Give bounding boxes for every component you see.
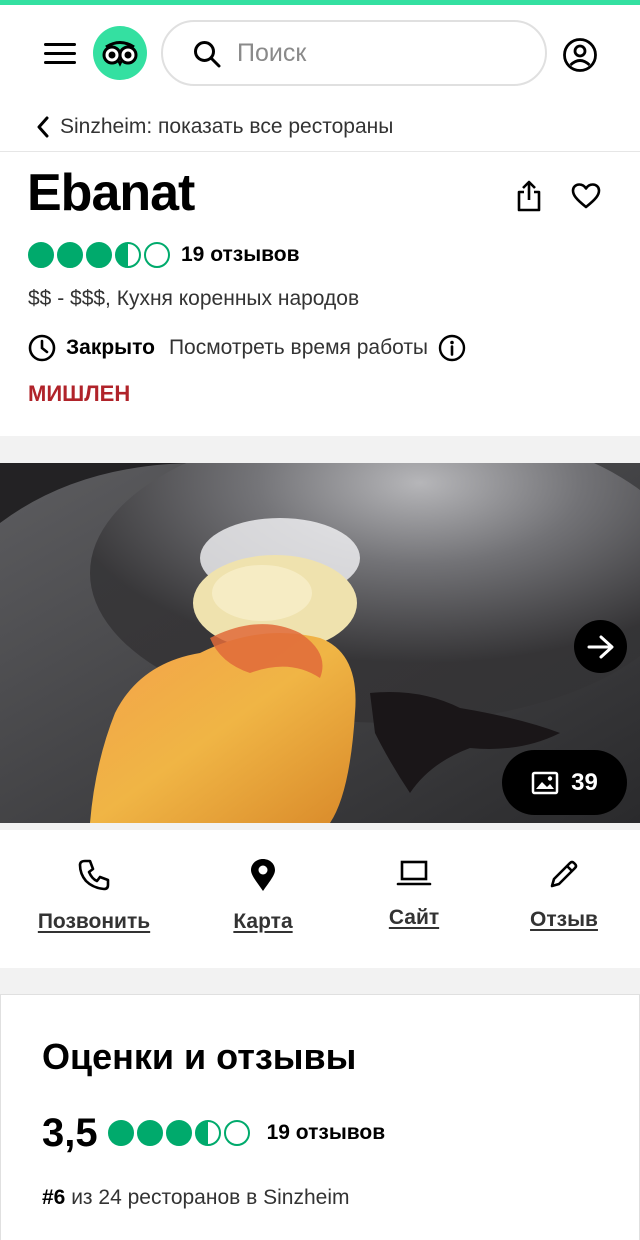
- ratings-reviews-card: Оценки и отзывы 3,5 19 отзывов #6 из 24 …: [0, 994, 640, 1240]
- arrow-right-icon: [587, 635, 613, 658]
- account-icon[interactable]: [562, 37, 598, 78]
- rating-bubbles: [107, 1120, 253, 1146]
- action-bar: Позвонить Карта Сайт Отзыв: [0, 830, 640, 968]
- call-label: Позвонить: [37, 910, 151, 933]
- map-label: Карта: [233, 910, 293, 933]
- info-icon[interactable]: [438, 334, 466, 362]
- section-separator: [0, 968, 640, 994]
- rating-bubbles: [28, 242, 173, 268]
- map-pin-icon: [251, 859, 275, 891]
- rating-bubble-full: [57, 242, 83, 268]
- restaurant-name: Ebanat: [27, 164, 195, 222]
- rating-bubble-full: [136, 1120, 163, 1146]
- overall-rating: 3,5 19 отзывов: [42, 1111, 385, 1155]
- website-label: Сайт: [388, 906, 440, 929]
- price-cuisine: $$ - $$$, Кухня коренных народов: [28, 287, 360, 310]
- rating-summary[interactable]: 19 отзывов: [28, 240, 300, 270]
- rank-text: из 24 ресторанов в Sinzheim: [65, 1186, 350, 1209]
- hours-link[interactable]: Посмотреть время работы: [169, 336, 428, 360]
- favorite-heart-icon[interactable]: [571, 182, 601, 215]
- review-count[interactable]: 19 отзывов: [181, 243, 300, 267]
- status-closed: Закрыто: [66, 336, 155, 359]
- map-button[interactable]: Карта: [229, 858, 297, 934]
- phone-icon: [78, 859, 110, 891]
- chevron-left-icon: [37, 116, 49, 138]
- rating-score: 3,5: [42, 1110, 98, 1155]
- ranking-text[interactable]: #6 из 24 ресторанов в Sinzheim: [42, 1186, 350, 1210]
- header: [0, 5, 640, 100]
- write-review-button[interactable]: Отзыв: [526, 858, 602, 932]
- share-icon[interactable]: [514, 180, 544, 217]
- clock-icon: [28, 334, 56, 362]
- breadcrumb[interactable]: Sinzheim: показать все рестораны: [36, 112, 393, 142]
- search-icon: [193, 40, 221, 73]
- rating-bubble-full: [165, 1120, 192, 1146]
- rating-bubble-half: [115, 242, 141, 268]
- rating-bubble-full: [107, 1120, 134, 1146]
- pencil-icon: [550, 860, 578, 888]
- opening-hours: Закрыто Посмотреть время работы: [28, 332, 466, 364]
- section-separator: [0, 823, 640, 830]
- breadcrumb-label: Sinzheim: показать все рестораны: [60, 115, 394, 138]
- michelin-badge[interactable]: МИШЛЕН: [28, 381, 130, 407]
- rating-bubble-half: [194, 1120, 221, 1146]
- call-button[interactable]: Позвонить: [34, 858, 154, 934]
- review-label: Отзыв: [530, 908, 598, 931]
- rating-bubble-empty: [144, 242, 170, 268]
- image-icon: [531, 771, 559, 794]
- photo-count: 39: [571, 768, 598, 796]
- tripadvisor-logo[interactable]: [93, 26, 147, 80]
- section-title: Оценки и отзывы: [42, 1036, 357, 1077]
- photo-count-button[interactable]: 39: [502, 750, 627, 815]
- rank-number: #6: [42, 1186, 66, 1209]
- laptop-icon: [396, 860, 432, 886]
- review-count[interactable]: 19 отзывов: [267, 1121, 386, 1145]
- search-input[interactable]: [237, 32, 527, 74]
- section-separator: [0, 436, 640, 463]
- hamburger-menu-icon[interactable]: [44, 43, 76, 65]
- search-bar[interactable]: [161, 20, 547, 86]
- rating-bubble-full: [86, 242, 112, 268]
- rating-bubble-full: [28, 242, 54, 268]
- next-photo-button[interactable]: [574, 620, 627, 673]
- divider: [0, 151, 640, 152]
- rating-bubble-empty: [223, 1120, 250, 1146]
- website-button[interactable]: Сайт: [385, 858, 443, 930]
